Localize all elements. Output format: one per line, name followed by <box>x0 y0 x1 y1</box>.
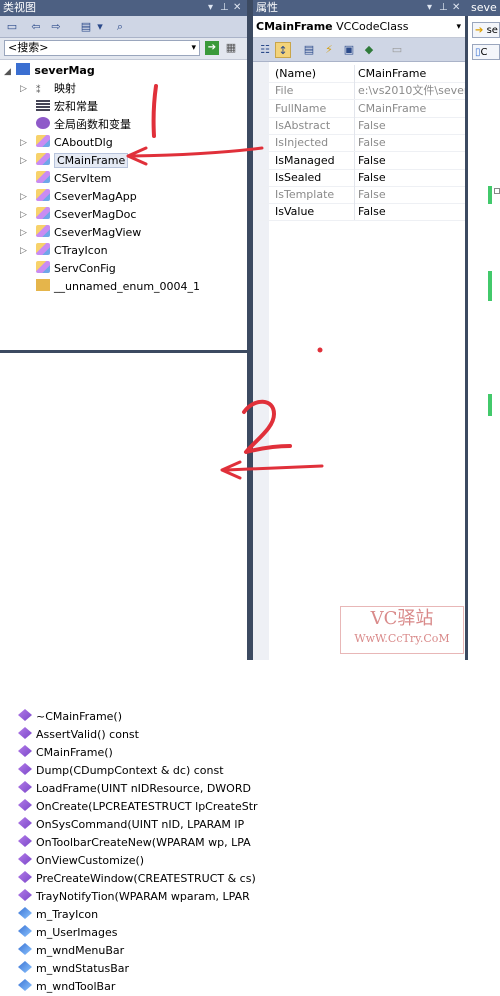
member-item[interactable]: m_wndStatusBar <box>18 960 129 978</box>
member-label: OnSysCommand(UINT nID, LPARAM lP <box>36 818 245 831</box>
member-item[interactable]: AssertValid() const <box>18 726 139 744</box>
member-item[interactable]: OnSysCommand(UINT nID, LPARAM lP <box>18 816 244 834</box>
red-dot <box>317 347 323 353</box>
watermark: VC驿站 WwW.CcTry.CoM <box>340 606 464 654</box>
member-item[interactable]: ~CMainFrame() <box>18 708 122 726</box>
method-icon <box>18 817 32 829</box>
member-label: PreCreateWindow(CREATESTRUCT & cs) <box>36 872 256 885</box>
field-icon <box>18 979 32 991</box>
method-icon <box>18 799 32 811</box>
method-icon <box>18 781 32 793</box>
member-item[interactable]: m_UserImages <box>18 924 117 942</box>
mark-2-stroke <box>242 399 292 454</box>
member-label: m_wndStatusBar <box>36 962 130 975</box>
member-item[interactable]: m_wndToolBar <box>18 978 115 996</box>
member-item[interactable]: CMainFrame() <box>18 744 113 762</box>
member-label: OnCreate(LPCREATESTRUCT lpCreateStr <box>36 800 258 813</box>
member-label: OnViewCustomize() <box>36 854 145 867</box>
member-label: TrayNotifyTion(WPARAM wparam, LPAR <box>36 890 250 903</box>
field-icon <box>18 907 32 919</box>
member-label: LoadFrame(UINT nIDResource, DWORD <box>36 782 251 795</box>
member-item[interactable]: OnCreate(LPCREATESTRUCT lpCreateStr <box>18 798 258 816</box>
member-label: m_TrayIcon <box>36 908 99 921</box>
method-icon <box>18 835 32 847</box>
field-icon <box>18 961 32 973</box>
method-icon <box>18 763 32 775</box>
member-item[interactable]: m_TrayIcon <box>18 906 98 924</box>
mark-1-stroke <box>151 84 158 138</box>
field-icon <box>18 925 32 937</box>
member-label: OnToolbarCreateNew(WPARAM wp, LPA <box>36 836 251 849</box>
method-icon <box>18 871 32 883</box>
member-item[interactable]: PreCreateWindow(CREATESTRUCT & cs) <box>18 870 256 888</box>
member-label: AssertValid() const <box>36 728 139 741</box>
member-label: m_wndMenuBar <box>36 944 125 957</box>
watermark-url: WwW.CcTry.CoM <box>354 632 450 645</box>
member-label: CMainFrame() <box>36 746 113 759</box>
member-item[interactable]: TrayNotifyTion(WPARAM wparam, LPAR <box>18 888 250 906</box>
method-icon <box>18 727 32 739</box>
member-item[interactable]: m_wndMenuBar <box>18 942 124 960</box>
method-icon <box>18 853 32 865</box>
arrow-1-shaft <box>130 146 264 158</box>
annotation-layer <box>126 84 324 480</box>
member-label: ~CMainFrame() <box>36 710 123 723</box>
member-item[interactable]: OnViewCustomize() <box>18 852 144 870</box>
member-label: m_wndToolBar <box>36 980 116 993</box>
member-item[interactable]: OnToolbarCreateNew(WPARAM wp, LPA <box>18 834 251 852</box>
field-icon <box>18 943 32 955</box>
method-icon <box>18 709 32 721</box>
member-item[interactable]: Dump(CDumpContext & dc) const <box>18 762 224 780</box>
member-label: Dump(CDumpContext & dc) const <box>36 764 224 777</box>
member-item[interactable]: LoadFrame(UINT nIDResource, DWORD <box>18 780 251 798</box>
watermark-title: VC驿站 <box>370 608 434 629</box>
member-label: m_UserImages <box>36 926 118 939</box>
arrow-2-shaft <box>224 464 324 472</box>
method-icon <box>18 889 32 901</box>
method-icon <box>18 745 32 757</box>
